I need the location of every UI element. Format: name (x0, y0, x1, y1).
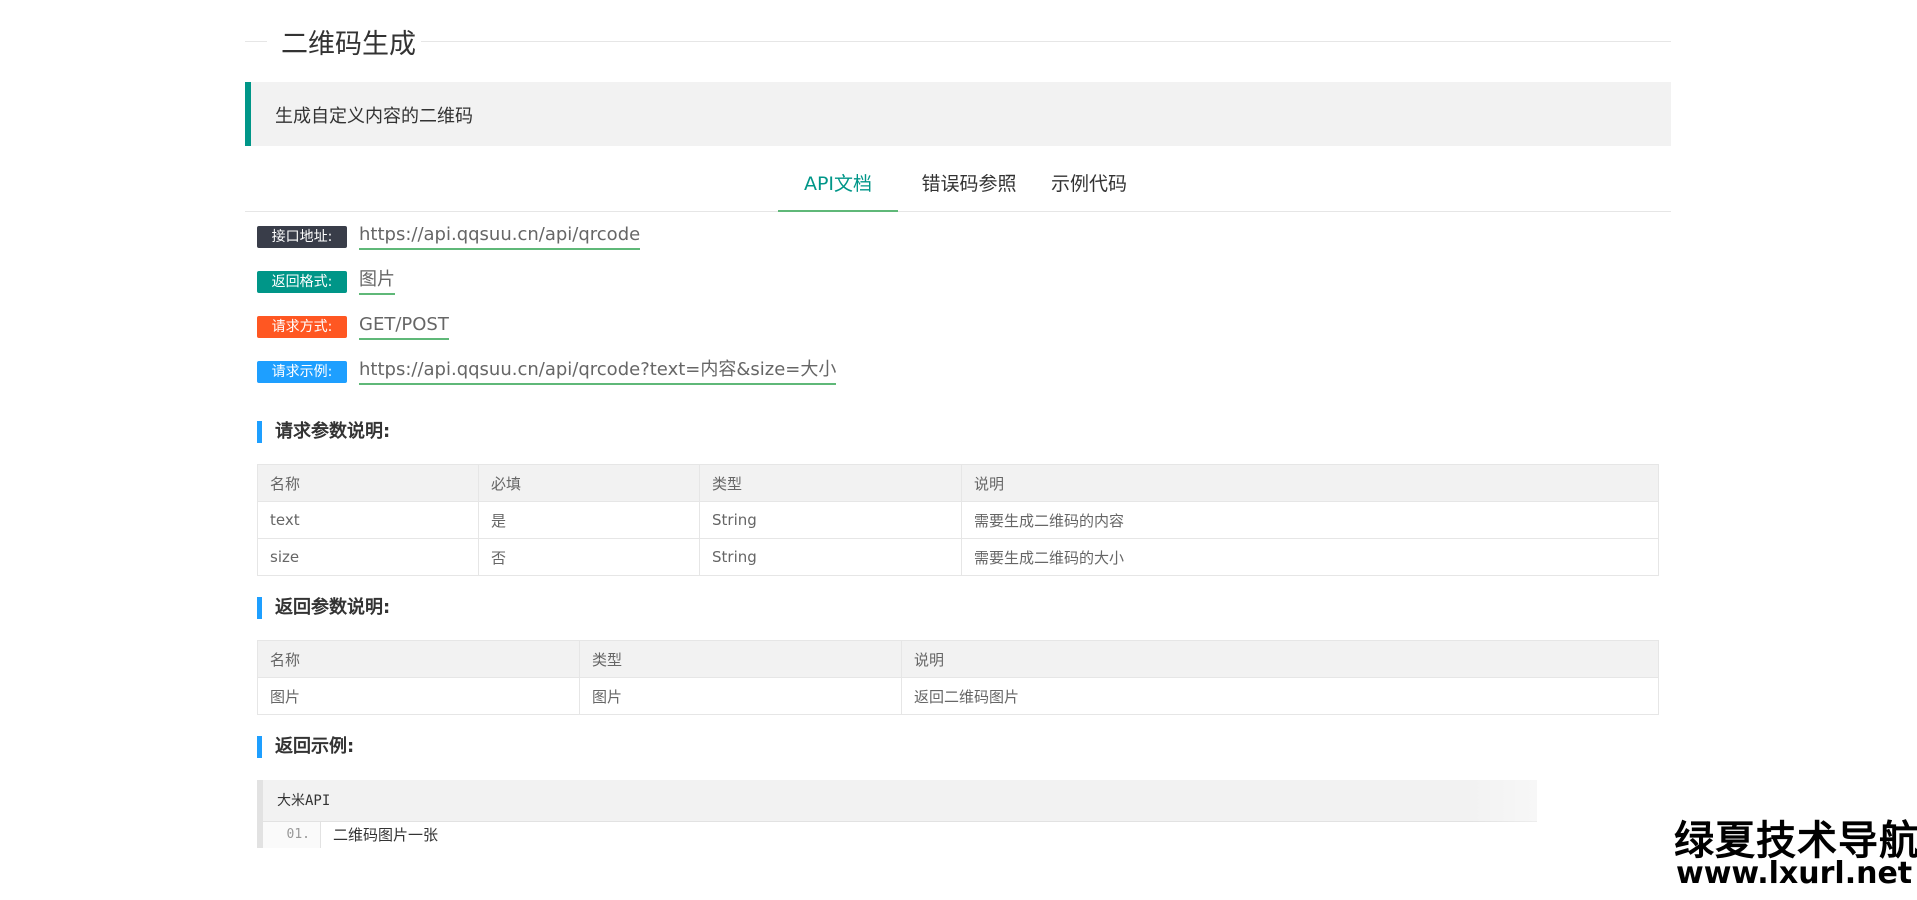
tab-example-code[interactable]: 示例代码 (1039, 163, 1139, 211)
table-cell: size (257, 538, 479, 576)
column-header: 类型 (699, 464, 962, 502)
code-block: 大米API 01. 二维码图片一张 (257, 780, 1537, 848)
code-line-number: 01. (263, 822, 321, 848)
column-header: 必填 (478, 464, 700, 502)
code-block-title: 大米API (277, 793, 331, 809)
table-header-row: 名称 类型 说明 (257, 640, 1659, 678)
title-row: 二维码生成 (245, 14, 1671, 70)
method-badge: 请求方式: (257, 316, 347, 338)
tab-error-codes[interactable]: 错误码参照 (909, 163, 1029, 211)
table-cell: 需要生成二维码的大小 (961, 538, 1659, 576)
response-params-heading: 返回参数说明: (257, 597, 390, 619)
title-divider-right (421, 41, 1671, 42)
table-row: text 是 String 需要生成二维码的内容 (257, 501, 1659, 539)
response-example-heading: 返回示例: (257, 736, 354, 758)
table-header-row: 名称 必填 类型 说明 (257, 464, 1659, 502)
table-cell: 需要生成二维码的内容 (961, 501, 1659, 539)
code-line-text: 二维码图片一张 (333, 826, 439, 844)
format-badge: 返回格式: (257, 271, 347, 293)
tab-api-docs[interactable]: API文档 (778, 163, 898, 212)
table-cell: String (699, 538, 962, 576)
table-cell: 图片 (257, 677, 580, 715)
table-cell: 图片 (579, 677, 902, 715)
description-text: 生成自定义内容的二维码 (275, 106, 473, 127)
column-header: 说明 (901, 640, 1659, 678)
column-header: 类型 (579, 640, 902, 678)
watermark-url: www.lxurl.net (1676, 856, 1913, 891)
watermark-logo: 绿夏技术导航 www.lxurl.net (1672, 808, 1917, 898)
table-cell: text (257, 501, 479, 539)
format-link[interactable]: 图片 (359, 267, 395, 295)
column-header: 名称 (257, 640, 580, 678)
example-link[interactable]: https://api.qqsuu.cn/api/qrcode?text=内容&… (359, 357, 837, 385)
table-row: 图片 图片 返回二维码图片 (257, 677, 1659, 715)
title-divider-left (245, 41, 267, 42)
example-badge: 请求示例: (257, 361, 347, 383)
code-block-header: 大米API (263, 780, 1537, 822)
description-block: 生成自定义内容的二维码 (245, 82, 1671, 146)
column-header: 说明 (961, 464, 1659, 502)
api-doc-container: 二维码生成 生成自定义内容的二维码 API文档 错误码参照 示例代码 接口地址:… (245, 0, 1671, 900)
endpoint-badge: 接口地址: (257, 226, 347, 248)
table-cell: 否 (478, 538, 700, 576)
table-row: size 否 String 需要生成二维码的大小 (257, 538, 1659, 576)
response-params-table: 名称 类型 说明 图片 图片 返回二维码图片 (257, 640, 1659, 715)
request-params-table: 名称 必填 类型 说明 text 是 String 需要生成二维码的内容 siz… (257, 464, 1659, 576)
column-header: 名称 (257, 464, 479, 502)
method-link[interactable]: GET/POST (359, 312, 449, 340)
tab-bar: API文档 错误码参照 示例代码 (245, 163, 1671, 212)
endpoint-link[interactable]: https://api.qqsuu.cn/api/qrcode (359, 222, 641, 250)
table-cell: String (699, 501, 962, 539)
table-cell: 返回二维码图片 (901, 677, 1659, 715)
request-params-heading: 请求参数说明: (257, 421, 390, 443)
code-line: 01. 二维码图片一张 (263, 822, 1537, 848)
page-title: 二维码生成 (281, 29, 416, 60)
table-cell: 是 (478, 501, 700, 539)
